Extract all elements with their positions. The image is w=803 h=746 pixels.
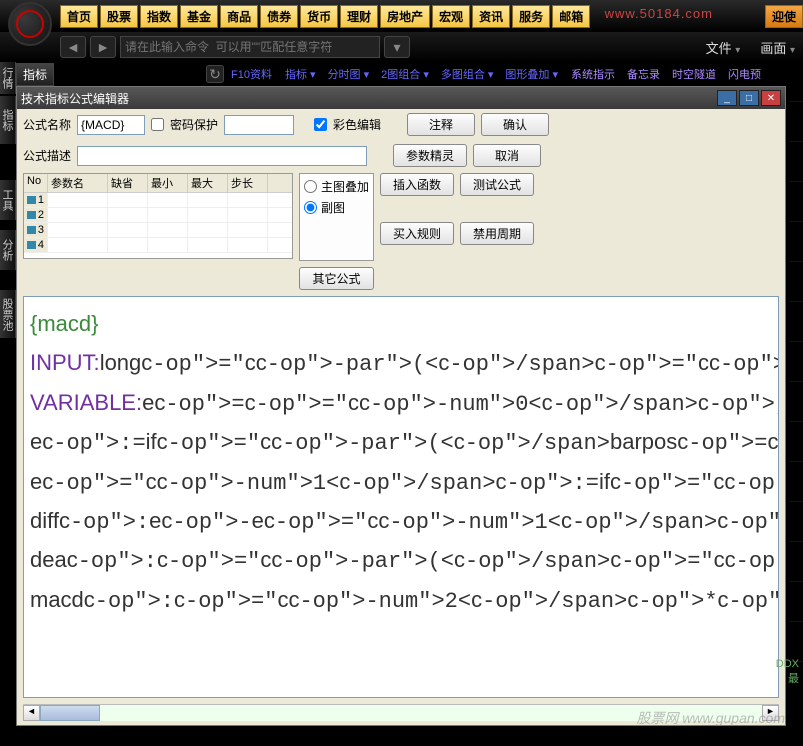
nav-12[interactable]: 邮箱	[552, 5, 590, 28]
link-3[interactable]: 闪电预	[722, 69, 767, 81]
confirm-button[interactable]: 确认	[481, 113, 549, 136]
nav-3[interactable]: 基金	[180, 5, 218, 28]
nav-11[interactable]: 服务	[512, 5, 550, 28]
sidetab-analysis[interactable]: 分析	[0, 230, 16, 270]
subtab-1[interactable]: 分时图 ▾	[322, 69, 376, 81]
radio-sub[interactable]: 副图	[304, 199, 369, 216]
checkbox-password[interactable]	[151, 118, 164, 131]
row-icon	[27, 196, 36, 204]
scroll-left-icon[interactable]: ◄	[23, 705, 40, 721]
nav-2[interactable]: 指数	[140, 5, 178, 28]
refresh-icon[interactable]: ↻	[206, 65, 224, 83]
subtab-3[interactable]: 多图组合 ▾	[435, 69, 500, 81]
row-icon	[27, 211, 36, 219]
tab-row: 指标 ↻ F10资料 指标 ▾分时图 ▾2图组合 ▾多图组合 ▾图形叠加 ▾ 系…	[0, 62, 803, 86]
code-editor[interactable]: {macd} INPUT:longc-op">="cc-op">-par">(<…	[23, 296, 779, 698]
app-logo	[8, 2, 52, 46]
menu-file[interactable]: 文件 ▾	[698, 38, 749, 57]
right-strip	[789, 62, 803, 722]
maximize-button[interactable]: □	[739, 90, 759, 106]
link-2[interactable]: 时空隧道	[666, 69, 722, 81]
ddx-label: DDX	[776, 658, 799, 670]
label-description: 公式描述	[23, 147, 71, 164]
other-formula-button[interactable]: 其它公式	[299, 267, 374, 290]
param-grid[interactable]: No参数名缺省最小最大步长 1234	[23, 173, 293, 259]
titlebar[interactable]: 技术指标公式编辑器 _ □ ✕	[17, 87, 785, 109]
buy-rule-button[interactable]: 买入规则	[380, 222, 454, 245]
menu-screen[interactable]: 画面 ▾	[752, 38, 803, 57]
command-dropdown-icon[interactable]: ▾	[384, 36, 410, 58]
toolbar-secondary: ◄ ► ▾ 文件 ▾ 画面 ▾	[0, 32, 803, 62]
test-formula-button[interactable]: 测试公式	[460, 173, 534, 196]
close-button[interactable]: ✕	[761, 90, 781, 106]
cancel-button[interactable]: 取消	[473, 144, 541, 167]
label-password: 密码保护	[170, 116, 218, 133]
nav-5[interactable]: 债券	[260, 5, 298, 28]
subtab-0[interactable]: 指标 ▾	[279, 69, 322, 81]
subtab-2[interactable]: 2图组合 ▾	[375, 69, 435, 81]
grid-row[interactable]: 4	[24, 238, 292, 253]
grid-header-2: 缺省	[108, 174, 148, 192]
formula-name-input[interactable]	[77, 115, 145, 135]
param-wizard-button[interactable]: 参数精灵	[393, 144, 467, 167]
forward-icon[interactable]: ►	[90, 36, 116, 58]
sidetab-pool[interactable]: 股票池	[0, 290, 16, 338]
zui-label: 最	[788, 670, 799, 686]
label-formula-name: 公式名称	[23, 116, 71, 133]
overlay-text: www.50184.com	[605, 6, 713, 21]
label-color-edit: 彩色编辑	[333, 116, 381, 133]
grid-header-1: 参数名	[48, 174, 108, 192]
nav-4[interactable]: 商品	[220, 5, 258, 28]
back-icon[interactable]: ◄	[60, 36, 86, 58]
grid-row[interactable]: 1	[24, 193, 292, 208]
tab-indicator-main[interactable]: 指标	[16, 63, 54, 86]
window-title: 技术指标公式编辑器	[21, 90, 715, 107]
nav-1[interactable]: 股票	[100, 5, 138, 28]
insert-function-button[interactable]: 插入函数	[380, 173, 454, 196]
link-1[interactable]: 备忘录	[621, 69, 666, 81]
subtab-4[interactable]: 图形叠加 ▾	[499, 69, 564, 81]
sidetab-indicator[interactable]: 指标	[0, 96, 16, 144]
link-f10[interactable]: F10资料	[225, 66, 278, 82]
nav-9[interactable]: 宏观	[432, 5, 470, 28]
disable-period-button[interactable]: 禁用周期	[460, 222, 534, 245]
grid-row[interactable]: 3	[24, 223, 292, 238]
grid-header-0: No	[24, 174, 48, 192]
chart-position-group: 主图叠加 副图	[299, 173, 374, 261]
nav-7[interactable]: 理财	[340, 5, 378, 28]
nav-10[interactable]: 资讯	[472, 5, 510, 28]
sidetab-tools[interactable]: 工具	[0, 180, 16, 220]
comment-button[interactable]: 注释	[407, 113, 475, 136]
grid-header-4: 最大	[188, 174, 228, 192]
description-input[interactable]	[77, 146, 367, 166]
nav-welcome[interactable]: 迎使	[765, 5, 803, 28]
row-icon	[27, 241, 36, 249]
password-input[interactable]	[224, 115, 294, 135]
nav-6[interactable]: 货币	[300, 5, 338, 28]
grid-row[interactable]: 2	[24, 208, 292, 223]
checkbox-color-edit[interactable]	[314, 118, 327, 131]
grid-header-5: 步长	[228, 174, 268, 192]
scroll-thumb[interactable]	[40, 705, 100, 721]
watermark: 股票网 www.gupan.com	[636, 708, 785, 728]
sidetab-quotes[interactable]: 行情	[0, 62, 16, 94]
formula-editor-window: 技术指标公式编辑器 _ □ ✕ 公式名称 密码保护 彩色编辑 注释 确认 公式描…	[16, 86, 786, 726]
nav-8[interactable]: 房地产	[380, 5, 430, 28]
grid-header-3: 最小	[148, 174, 188, 192]
nav-0[interactable]: 首页	[60, 5, 98, 28]
radio-overlay[interactable]: 主图叠加	[304, 178, 369, 195]
command-input[interactable]	[120, 36, 380, 58]
link-0[interactable]: 系统指示	[565, 69, 621, 81]
row-icon	[27, 226, 36, 234]
minimize-button[interactable]: _	[717, 90, 737, 106]
